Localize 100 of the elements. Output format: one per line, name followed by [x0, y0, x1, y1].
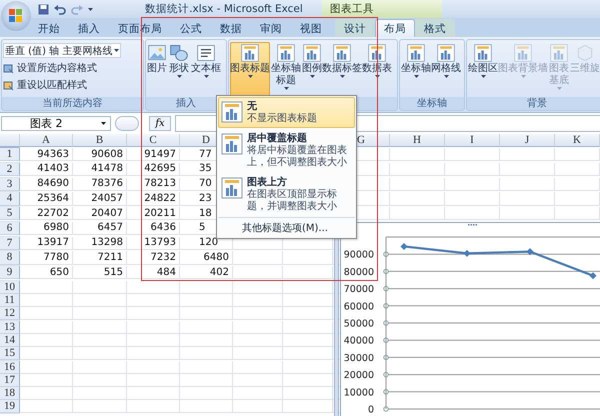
insert-function-button[interactable]: fx — [149, 116, 171, 130]
row-header[interactable]: 14 — [0, 334, 20, 347]
row-header[interactable]: 18 — [0, 387, 20, 400]
row-header[interactable]: 19 — [0, 400, 20, 414]
row-header[interactable]: 11 — [0, 294, 20, 308]
ribbon-button[interactable]: 数据标签 — [322, 42, 362, 97]
ribbon-tab[interactable]: 视图 — [291, 19, 331, 37]
selection-handle-icon[interactable] — [383, 389, 389, 394]
undo-icon[interactable] — [54, 4, 66, 14]
row-header[interactable]: 13 — [0, 320, 20, 334]
shapes-icon — [169, 43, 189, 63]
row-header[interactable]: 5 — [0, 207, 20, 220]
table-cell: 13917 — [20, 236, 73, 250]
chart-icon — [436, 43, 456, 63]
row-header[interactable]: 8 — [0, 251, 20, 265]
ribbon-button[interactable]: 坐标轴 — [401, 42, 431, 97]
table-cell — [73, 387, 127, 400]
selection-handle-icon[interactable] — [383, 252, 389, 257]
row-header[interactable]: 7 — [0, 236, 20, 250]
axis-tick-label: 0 — [368, 404, 374, 416]
row-header[interactable]: 12 — [0, 307, 20, 320]
selection-handle-icon[interactable] — [383, 286, 389, 292]
caret-icon — [480, 75, 486, 78]
ribbon-button[interactable]: 文本框 — [191, 42, 221, 97]
ribbon-command[interactable]: 重设以匹配样式 — [3, 78, 142, 92]
select-all-corner[interactable] — [0, 134, 20, 147]
row-header[interactable]: 9 — [0, 266, 20, 280]
drag-handle-icon[interactable] — [468, 224, 477, 226]
caret-icon — [101, 122, 106, 124]
row-header[interactable]: 17 — [0, 374, 20, 387]
selection-handle-icon[interactable] — [383, 268, 389, 274]
axis-tick-label: 30000 — [344, 352, 374, 364]
column-header[interactable]: A — [20, 134, 73, 147]
ribbon-button[interactable]: 图表标题 — [230, 42, 270, 97]
ribbon-tab[interactable]: 设计 — [335, 19, 375, 37]
chart[interactable]: 0 10000 20000 30000 40000 50000 60000 70000 80000 90000 — [340, 222, 600, 416]
table-cell — [73, 280, 127, 294]
table-cell — [20, 320, 73, 334]
table-cell — [233, 320, 283, 334]
ribbon-command[interactable]: 设置所选内容格式 — [3, 61, 142, 75]
chart-icon — [406, 43, 426, 63]
table-cell — [390, 207, 445, 220]
ribbon-button[interactable]: 网格线 — [431, 42, 461, 97]
row-header[interactable]: 16 — [0, 360, 20, 374]
selection-handle-icon[interactable] — [383, 303, 389, 308]
caret-icon — [310, 75, 314, 78]
chart-icon — [220, 100, 244, 124]
table-cell — [180, 374, 233, 387]
selection-handle-icon[interactable] — [383, 372, 389, 378]
menu-item[interactable]: 其他标题选项(M)... — [218, 217, 355, 237]
ribbon-button[interactable]: 形状 — [169, 42, 189, 97]
selection-handle-icon[interactable] — [383, 320, 389, 326]
column-header[interactable]: I — [445, 134, 500, 147]
redo-icon[interactable] — [71, 4, 83, 14]
ribbon-tab[interactable]: 审阅 — [251, 19, 291, 37]
group-label: 背景 — [467, 97, 600, 110]
row-header[interactable]: 10 — [0, 280, 20, 294]
ribbon-button[interactable]: 绘图区 — [468, 42, 498, 97]
ribbon-button[interactable]: 图片 — [147, 42, 167, 97]
menu-item[interactable]: 无 不显示图表标题 — [218, 97, 355, 128]
chart-icon — [513, 43, 533, 63]
table-cell: 650 — [20, 266, 73, 280]
axis-tick-label: 10000 — [344, 387, 374, 398]
column-header[interactable]: K — [555, 134, 600, 147]
table-cell — [500, 162, 555, 176]
table-cell — [233, 400, 283, 414]
ribbon-tab[interactable]: 格式 — [415, 19, 455, 37]
axis-tick-label: 90000 — [344, 250, 374, 261]
table-cell: 484 — [127, 266, 180, 280]
table-cell — [555, 178, 600, 191]
selection-handle-icon[interactable] — [383, 338, 389, 343]
row-header[interactable]: 4 — [0, 192, 20, 206]
table-cell: 41403 — [20, 162, 73, 176]
row-header[interactable]: 3 — [0, 178, 20, 191]
ribbon-tab[interactable]: 公式 — [171, 19, 211, 37]
save-icon[interactable] — [38, 4, 49, 14]
row-header[interactable]: 1 — [0, 148, 20, 162]
column-header[interactable]: C — [127, 134, 180, 147]
table-cell — [180, 360, 233, 374]
ribbon-tab[interactable]: 数据 — [211, 19, 251, 37]
table-cell — [127, 360, 180, 374]
column-header[interactable]: J — [500, 134, 555, 147]
expand-button[interactable] — [115, 116, 139, 130]
row-header[interactable]: 2 — [0, 162, 20, 176]
ribbon-button[interactable]: 图例 — [302, 42, 322, 97]
table-cell: 402 — [180, 266, 233, 280]
selection-handle-icon[interactable] — [383, 406, 389, 412]
ribbon-tab[interactable]: 布局 — [375, 19, 415, 37]
table-cell: 515 — [73, 266, 127, 280]
ribbon-button[interactable]: 坐标轴标题 — [270, 42, 302, 97]
row-header[interactable]: 15 — [0, 347, 20, 360]
column-header[interactable]: B — [73, 134, 127, 147]
ribbon-tab[interactable]: 插入 — [69, 19, 109, 37]
name-box[interactable]: 图表 2 — [1, 116, 111, 130]
selection-dropdown[interactable]: 垂直 (值) 轴 主要网格线 — [3, 43, 122, 58]
table-cell: 6457 — [73, 222, 127, 236]
column-header[interactable]: H — [390, 134, 445, 147]
row-header[interactable]: 6 — [0, 222, 20, 236]
selection-handle-icon[interactable] — [383, 354, 389, 360]
ribbon-tab[interactable]: 开始 — [29, 19, 69, 37]
